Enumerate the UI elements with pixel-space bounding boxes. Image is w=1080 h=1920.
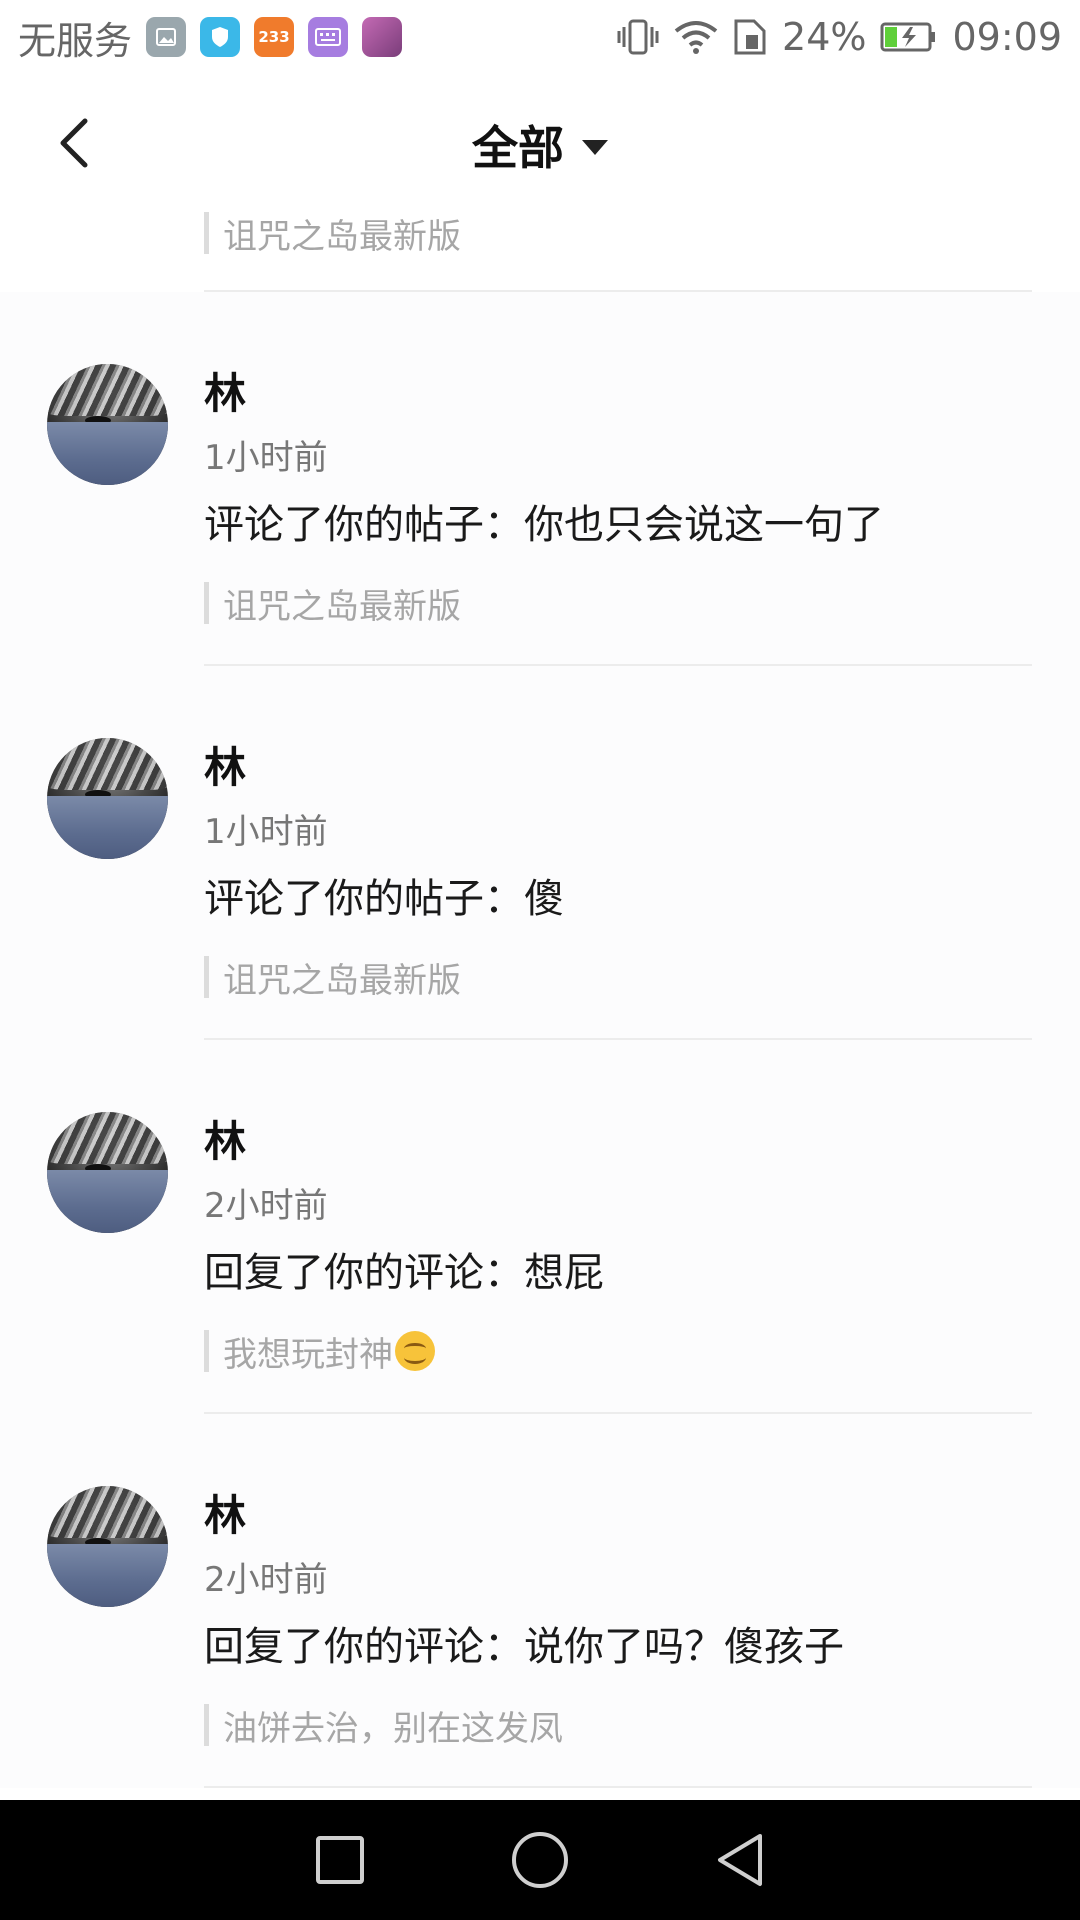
circle-icon [512, 1832, 568, 1888]
user-name[interactable]: 林 [204, 360, 246, 421]
battery-percent: 24% [782, 15, 867, 59]
notification-item[interactable]: 林 1小时前 评论了你的帖子：你也只会说这一句了 诅咒之岛最新版 [0, 292, 1080, 666]
timestamp: 2小时前 [204, 1186, 328, 1226]
gallery-icon [146, 17, 187, 57]
quoted-post-text: 诅咒之岛最新版 [223, 216, 461, 257]
notification-list: 林 1小时前 评论了你的帖子：你也只会说这一句了 诅咒之岛最新版 林 1小时前 … [0, 292, 1080, 1788]
square-icon [316, 1836, 364, 1884]
caret-down-icon [582, 139, 608, 155]
app-233-icon: 233 [254, 17, 295, 57]
back-nav-button[interactable] [695, 1815, 785, 1905]
notification-item[interactable]: 林 2小时前 回复了你的评论：想屁 我想玩封神 [0, 1040, 1080, 1414]
filter-dropdown[interactable]: 全部 [472, 112, 608, 178]
smile-emoji-icon [395, 1331, 435, 1371]
partial-list-item[interactable]: 诅咒之岛最新版 [204, 212, 1032, 292]
avatar[interactable] [47, 1112, 168, 1233]
home-button[interactable] [495, 1815, 585, 1905]
quoted-comment[interactable]: 我想玩封神 [204, 1330, 435, 1375]
back-button[interactable] [40, 108, 110, 178]
notification-item[interactable]: 林 1小时前 评论了你的帖子：傻 诅咒之岛最新版 [0, 666, 1080, 1040]
triangle-back-icon [718, 1834, 762, 1886]
battery-icon [880, 21, 938, 53]
timestamp: 1小时前 [204, 812, 328, 852]
notification-message: 评论了你的帖子：你也只会说这一句了 [204, 502, 884, 548]
sim-icon [732, 17, 768, 57]
quoted-post[interactable]: 诅咒之岛最新版 [204, 956, 461, 1001]
quoted-post-text: 诅咒之岛最新版 [223, 586, 461, 627]
notification-message: 评论了你的帖子：傻 [204, 876, 564, 922]
notification-item[interactable]: 林 2小时前 回复了你的评论：说你了吗？傻孩子 油饼去治，别在这发凤 [0, 1414, 1080, 1788]
photo-thumb-icon [362, 17, 403, 57]
header: 全部 [0, 74, 1080, 216]
vibrate-icon [616, 17, 660, 57]
quoted-post[interactable]: 诅咒之岛最新版 [204, 582, 461, 627]
quoted-post-text: 诅咒之岛最新版 [223, 960, 461, 1001]
avatar[interactable] [47, 738, 168, 859]
page-title: 全部 [472, 121, 564, 175]
quoted-post: 诅咒之岛最新版 [204, 212, 1032, 257]
wifi-icon [674, 19, 718, 55]
quoted-comment[interactable]: 油饼去治，别在这发凤 [204, 1704, 563, 1749]
quoted-comment-text: 油饼去治，别在这发凤 [223, 1708, 563, 1749]
user-name[interactable]: 林 [204, 1482, 246, 1543]
notification-message: 回复了你的评论：说你了吗？傻孩子 [204, 1624, 844, 1670]
divider [204, 1786, 1032, 1788]
screen: 无服务 233 24% 09:09 全部 诅咒之岛最新版 林 1小时前 评论了你… [0, 0, 1080, 1920]
system-nav-bar [0, 1800, 1080, 1920]
status-bar: 无服务 233 24% 09:09 [0, 0, 1080, 74]
timestamp: 2小时前 [204, 1560, 328, 1600]
user-name[interactable]: 林 [204, 1108, 246, 1169]
avatar[interactable] [47, 1486, 168, 1607]
clock: 09:09 [952, 15, 1062, 59]
chevron-left-icon [60, 118, 88, 168]
shield-icon [200, 17, 241, 57]
timestamp: 1小时前 [204, 438, 328, 478]
status-left: 无服务 233 [18, 10, 403, 65]
notification-message: 回复了你的评论：想屁 [204, 1250, 604, 1296]
user-name[interactable]: 林 [204, 734, 246, 795]
keyboard-icon [308, 17, 349, 57]
quoted-comment-text: 我想玩封神 [223, 1334, 393, 1375]
recent-apps-button[interactable] [295, 1815, 385, 1905]
carrier-text: 无服务 [18, 18, 133, 63]
status-right: 24% 09:09 [616, 15, 1062, 59]
avatar[interactable] [47, 364, 168, 485]
